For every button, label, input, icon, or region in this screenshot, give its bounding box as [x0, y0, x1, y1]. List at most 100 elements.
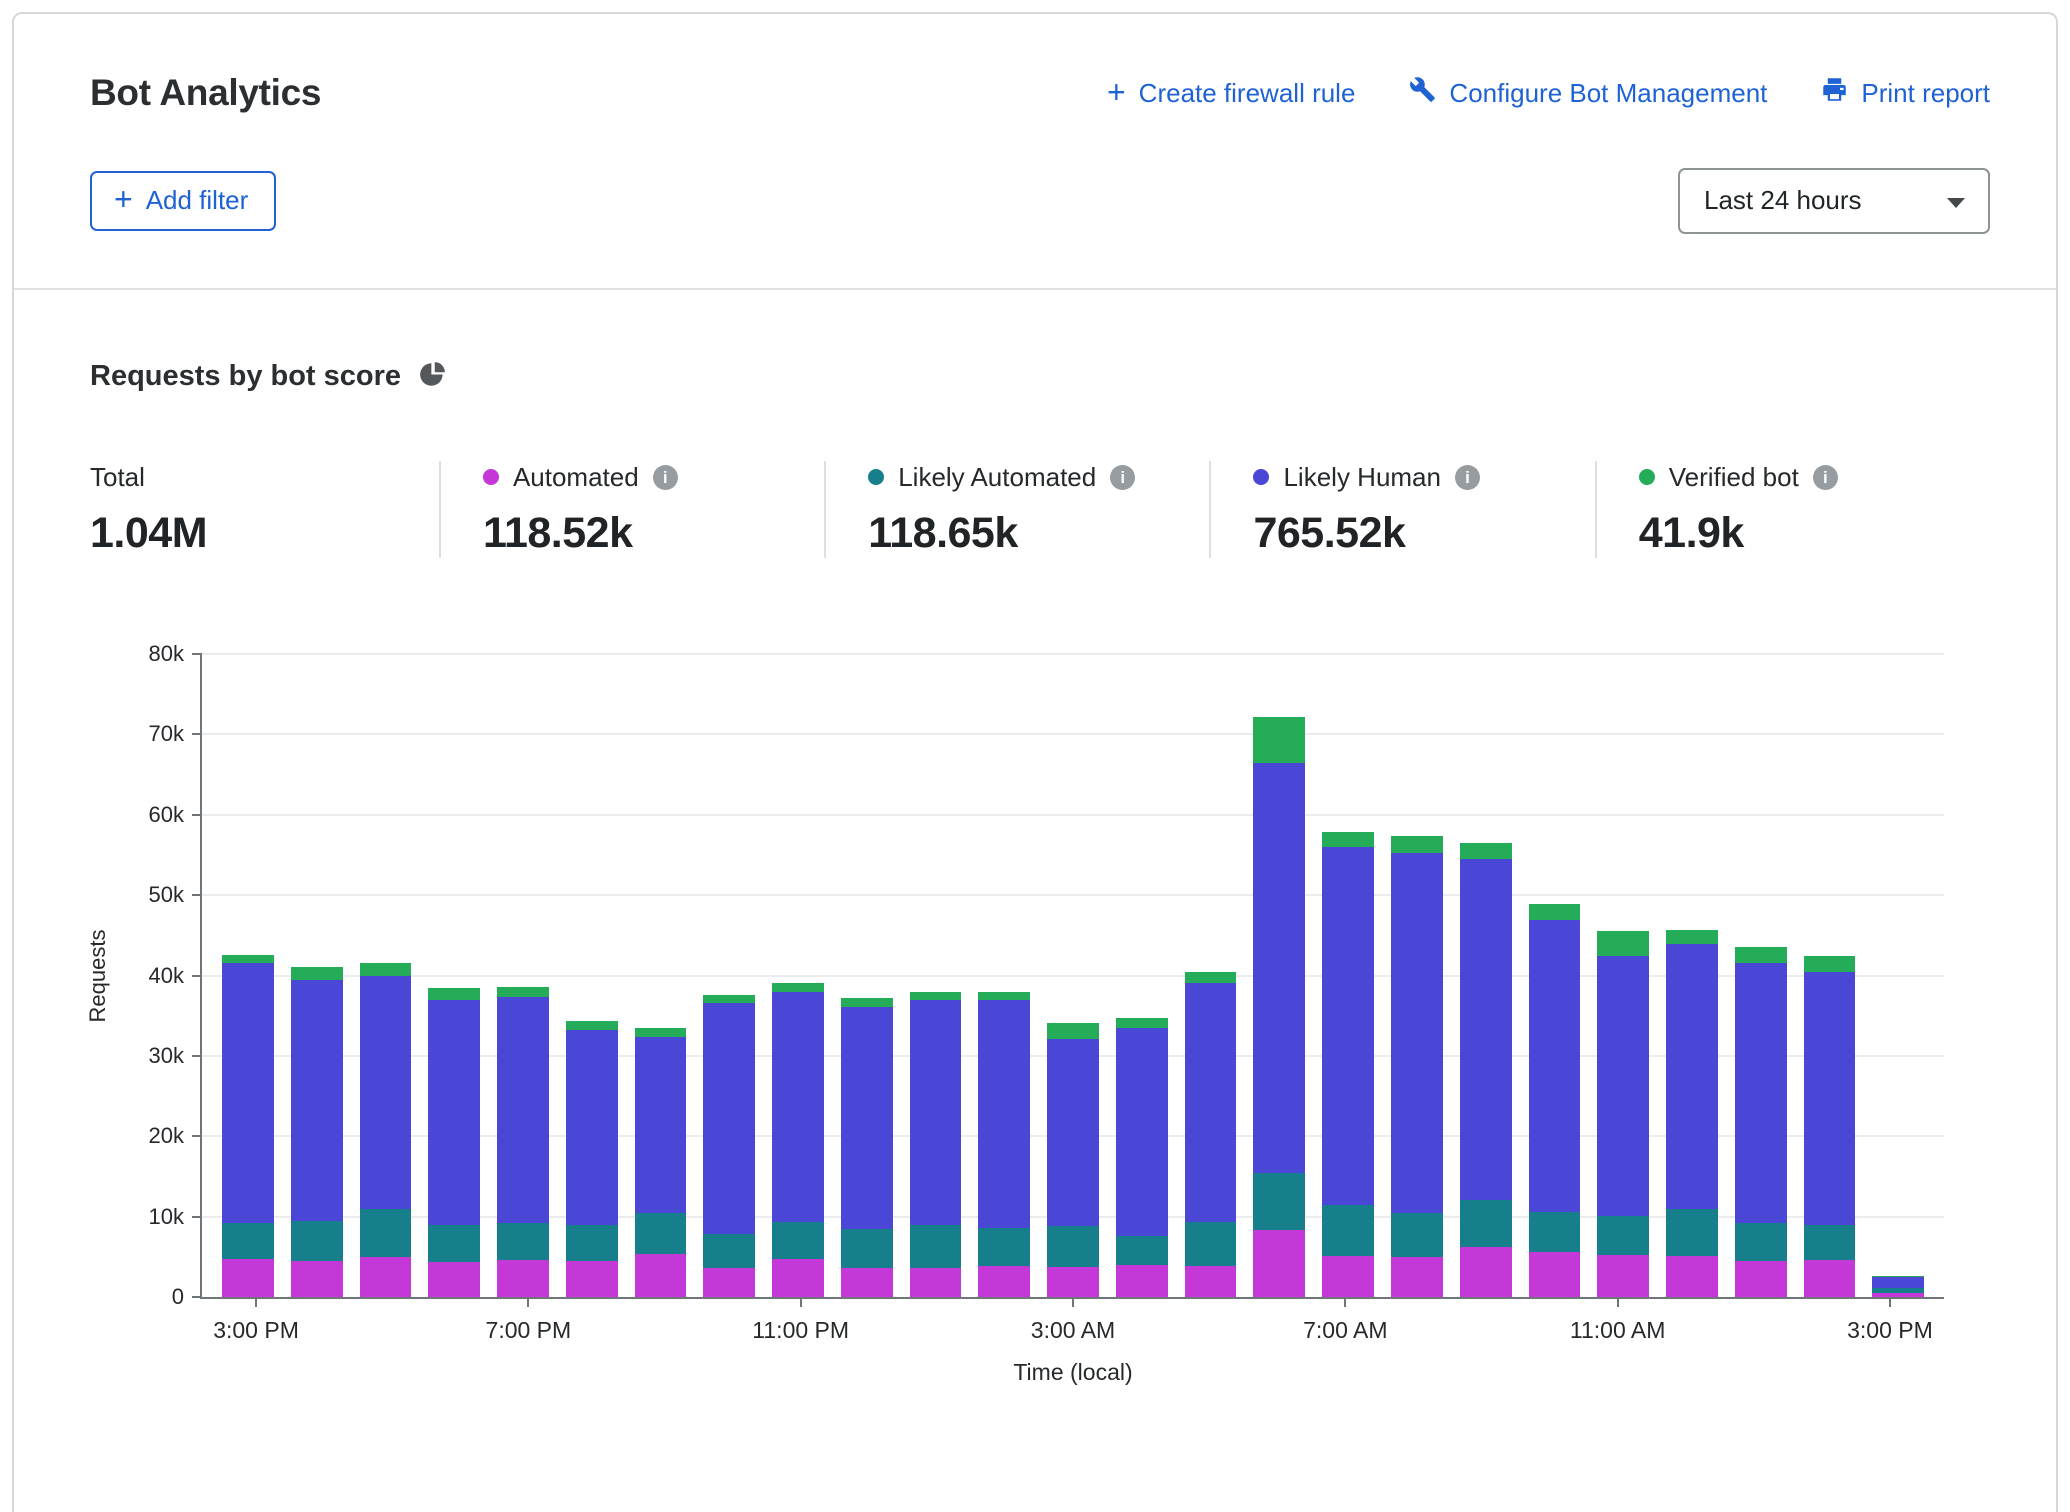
bar-segment-likely_automated: [566, 1225, 618, 1261]
bar-segment-likely_human: [1529, 920, 1581, 1212]
bar-segment-automated: [703, 1268, 755, 1297]
stat-label: Likely Human: [1283, 462, 1441, 493]
bar-segment-verified_bot: [1666, 930, 1718, 944]
stat-label: Total: [90, 462, 145, 493]
bar-segment-likely_human: [360, 976, 412, 1209]
bar-segment-automated: [772, 1259, 824, 1297]
requests-chart: Requests Time (local) 010k20k30k40k50k60…: [90, 654, 1980, 1299]
x-axis-tick: [527, 1297, 529, 1307]
y-axis-tick-label: 50k: [104, 882, 184, 908]
bar-segment-likely_automated: [1735, 1223, 1787, 1261]
bar-segment-likely_automated: [978, 1228, 1030, 1266]
create-firewall-rule-link[interactable]: + Create firewall rule: [1107, 78, 1355, 109]
bar-segment-likely_human: [978, 1000, 1030, 1228]
bar-segment-likely_human: [1185, 983, 1237, 1223]
info-icon[interactable]: i: [1455, 465, 1480, 490]
time-range-select[interactable]: Last 24 hours: [1678, 168, 1990, 234]
print-report-link[interactable]: Print report: [1821, 76, 1990, 110]
y-axis-tick: [192, 653, 202, 655]
time-range-value: Last 24 hours: [1704, 185, 1862, 216]
bar-segment-likely_automated: [497, 1223, 549, 1260]
bar: [360, 654, 412, 1297]
y-axis-tick: [192, 1296, 202, 1298]
bar-segment-likely_human: [291, 980, 343, 1221]
bot-analytics-card: Bot Analytics + Create firewall rule Con…: [12, 12, 2058, 1512]
bar-segment-verified_bot: [1185, 972, 1237, 983]
stat-value: 41.9k: [1639, 509, 1980, 558]
content: Requests by bot score Total 1.04M Automa…: [14, 290, 2056, 1299]
bar-segment-automated: [1597, 1255, 1649, 1297]
plot-area: Requests Time (local) 010k20k30k40k50k60…: [200, 654, 1944, 1299]
legend-dot: [1253, 469, 1269, 485]
bar-segment-likely_human: [428, 1000, 480, 1225]
bar-segment-automated: [1804, 1260, 1856, 1297]
bar: [1391, 654, 1443, 1297]
bar: [841, 654, 893, 1297]
info-icon[interactable]: i: [653, 465, 678, 490]
add-filter-button[interactable]: + Add filter: [90, 171, 276, 231]
bar-segment-verified_bot: [772, 983, 824, 993]
card-header: Bot Analytics + Create firewall rule Con…: [14, 14, 2056, 288]
printer-icon: [1821, 76, 1848, 110]
bar-segment-automated: [978, 1266, 1030, 1297]
bar: [1322, 654, 1374, 1297]
legend-dot: [1639, 469, 1655, 485]
x-axis-tick-label: 11:00 AM: [1570, 1317, 1665, 1344]
bar-segment-automated: [1322, 1256, 1374, 1297]
info-icon[interactable]: i: [1813, 465, 1838, 490]
bar-segment-automated: [1872, 1293, 1924, 1297]
configure-bot-management-link[interactable]: Configure Bot Management: [1409, 76, 1767, 110]
stat-label: Automated: [513, 462, 639, 493]
bar-segment-likely_automated: [703, 1234, 755, 1269]
bar-segment-likely_automated: [772, 1222, 824, 1259]
bar-segment-likely_automated: [360, 1209, 412, 1257]
stat-automated: Automated i 118.52k: [439, 461, 824, 558]
bar: [1804, 654, 1856, 1297]
wrench-icon: [1409, 76, 1436, 110]
bar-segment-likely_human: [1460, 859, 1512, 1200]
bar-segment-verified_bot: [910, 992, 962, 1000]
x-axis-tick: [1889, 1297, 1891, 1307]
bar-segment-likely_automated: [1253, 1173, 1305, 1229]
section-title: Requests by bot score: [90, 360, 401, 393]
bar-segment-verified_bot: [222, 955, 274, 963]
bar-segment-likely_automated: [1804, 1225, 1856, 1260]
bar-segment-likely_automated: [1322, 1205, 1374, 1256]
action-label: Print report: [1861, 78, 1990, 109]
header-actions: + Create firewall rule Configure Bot Man…: [1107, 76, 1990, 110]
bar-segment-verified_bot: [566, 1021, 618, 1030]
bar-segment-likely_human: [1253, 763, 1305, 1174]
bar-segment-verified_bot: [978, 992, 1030, 1000]
bar-segment-verified_bot: [1597, 931, 1649, 956]
bar: [1666, 654, 1718, 1297]
bar-segment-verified_bot: [291, 967, 343, 979]
bar: [1116, 654, 1168, 1297]
bar-segment-likely_automated: [1666, 1209, 1718, 1256]
x-axis-tick-label: 7:00 PM: [486, 1317, 572, 1344]
pie-chart-icon: [419, 361, 446, 393]
bar-segment-verified_bot: [703, 995, 755, 1003]
bar-segment-likely_automated: [841, 1229, 893, 1268]
bar: [1460, 654, 1512, 1297]
info-icon[interactable]: i: [1110, 465, 1135, 490]
stat-likely-automated: Likely Automated i 118.65k: [824, 461, 1209, 558]
x-axis-tick-label: 11:00 PM: [752, 1317, 849, 1344]
bar-segment-automated: [222, 1259, 274, 1297]
y-axis-tick-label: 40k: [104, 963, 184, 989]
bar-segment-likely_human: [566, 1030, 618, 1225]
y-axis-tick-label: 70k: [104, 721, 184, 747]
bar-segment-verified_bot: [1322, 832, 1374, 846]
bar: [1735, 654, 1787, 1297]
action-label: Create firewall rule: [1139, 78, 1356, 109]
bar: [1047, 654, 1099, 1297]
bar-segment-automated: [635, 1254, 687, 1297]
bar: [1529, 654, 1581, 1297]
bar-segment-likely_human: [772, 992, 824, 1222]
stat-label: Verified bot: [1669, 462, 1799, 493]
y-axis-tick: [192, 1135, 202, 1137]
stats-row: Total 1.04M Automated i 118.52k Likely A…: [90, 461, 1980, 558]
bar-segment-likely_automated: [1529, 1212, 1581, 1252]
bar-segment-automated: [1253, 1230, 1305, 1298]
bar-segment-automated: [910, 1268, 962, 1297]
bar-segment-likely_automated: [910, 1225, 962, 1268]
